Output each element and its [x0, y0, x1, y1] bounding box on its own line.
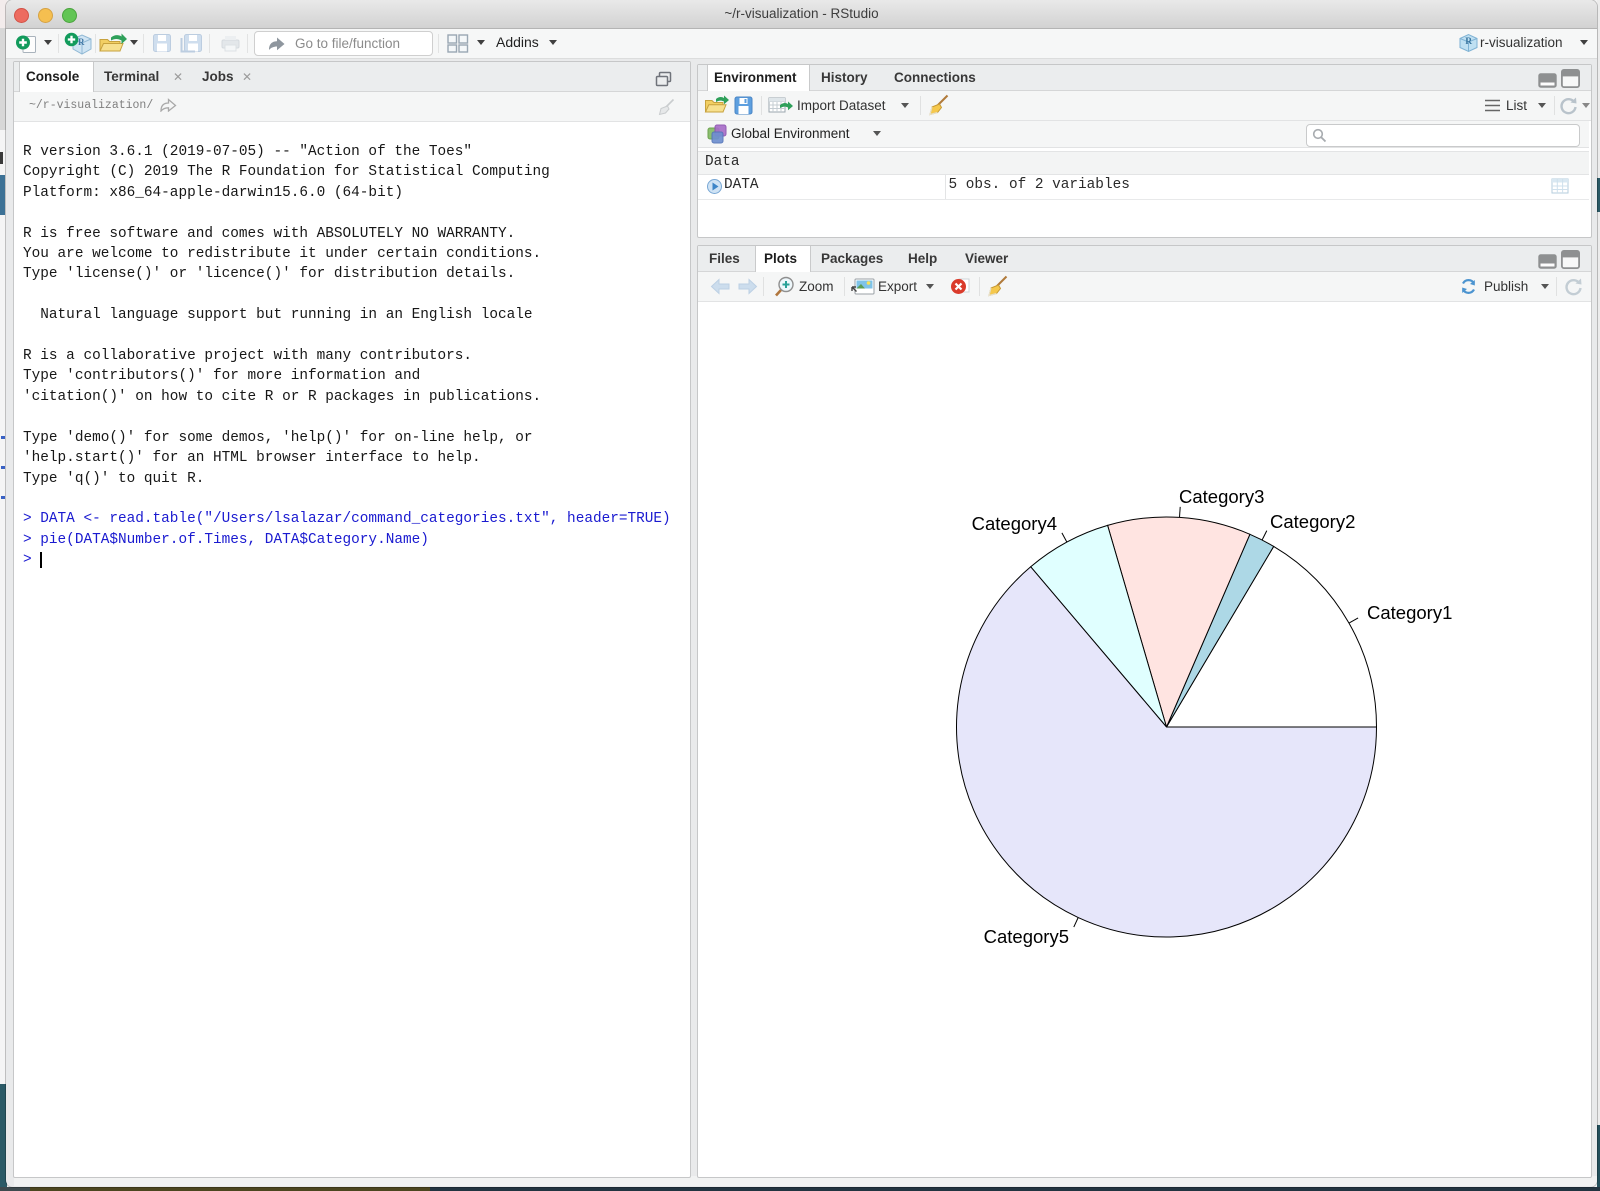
svg-text:Category4: Category4 — [972, 513, 1057, 534]
svg-text:Category2: Category2 — [1270, 511, 1355, 532]
svg-text:Category1: Category1 — [1367, 602, 1452, 623]
svg-text:Category5: Category5 — [984, 926, 1069, 947]
svg-text:R: R — [1465, 37, 1472, 47]
svg-text:Category3: Category3 — [1179, 486, 1264, 507]
svg-text:R: R — [78, 37, 85, 47]
